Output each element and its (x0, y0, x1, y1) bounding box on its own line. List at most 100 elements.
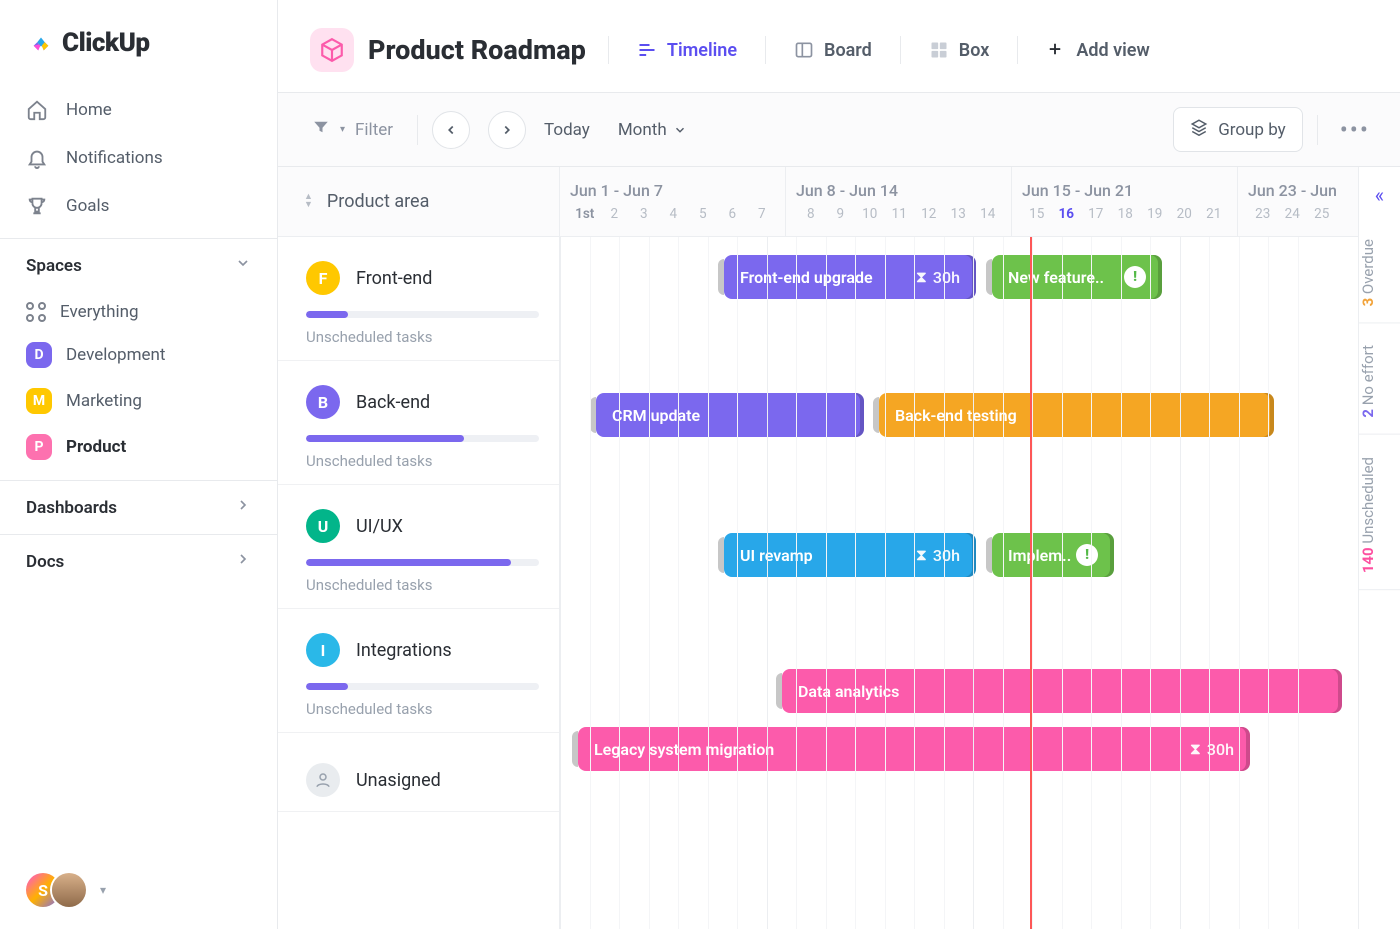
rail-unscheduled[interactable]: 140 Unscheduled (1359, 441, 1400, 590)
timeline-icon (637, 40, 657, 60)
rail-overdue[interactable]: 3 Overdue (1359, 223, 1400, 323)
gantt[interactable]: Jun 1 - Jun 7 1st234567 Jun 8 - Jun 14 8… (560, 167, 1358, 929)
space-badge: D (26, 342, 52, 368)
grid-icon (26, 302, 46, 322)
task-bar[interactable]: Back-end testing (879, 393, 1274, 437)
hours-badge: ⧗30h (1190, 739, 1234, 759)
group-name: UI/UX (356, 516, 403, 537)
section-spaces[interactable]: Spaces (0, 238, 277, 292)
hours-badge: ⧗30h (916, 545, 960, 565)
primary-nav: Home Notifications Goals (0, 68, 277, 238)
group-badge: F (306, 261, 340, 295)
filter-label: Filter (355, 120, 393, 140)
group-name: Integrations (356, 640, 452, 661)
hours-badge: ⧗30h (916, 267, 960, 287)
collapse-rail-icon[interactable]: « (1375, 183, 1384, 207)
sidebar: ClickUp Home Notifications Goals Spaces (0, 0, 278, 929)
add-view-label: Add view (1076, 40, 1149, 61)
space-product[interactable]: P Product (14, 424, 263, 470)
space-marketing[interactable]: M Marketing (14, 378, 263, 424)
groupby-button[interactable]: Group by (1173, 107, 1303, 152)
row-header-column: ▲▼ Product area F Front-end Unscheduled … (278, 167, 560, 929)
today-indicator (1030, 237, 1032, 929)
group-frontend[interactable]: F Front-end Unscheduled tasks (278, 237, 559, 361)
range-select[interactable]: Month (618, 120, 687, 140)
section-docs[interactable]: Docs (0, 534, 277, 588)
unscheduled-link[interactable]: Unscheduled tasks (306, 328, 539, 346)
tab-timeline[interactable]: Timeline (631, 34, 743, 67)
space-badge: M (26, 388, 52, 414)
nav-notifications[interactable]: Notifications (14, 134, 263, 182)
today-button[interactable]: Today (544, 120, 590, 140)
task-bar[interactable]: Front-end upgrade ⧗30h (724, 255, 976, 299)
group-badge: U (306, 509, 340, 543)
row-header-title[interactable]: ▲▼ Product area (278, 167, 559, 237)
page-title: Product Roadmap (368, 34, 586, 66)
layers-icon (1190, 118, 1208, 141)
space-label: Marketing (66, 391, 142, 411)
board-icon (794, 40, 814, 60)
space-badge: P (26, 434, 52, 460)
section-dashboards[interactable]: Dashboards (0, 480, 277, 534)
spaces-list: Everything D Development M Marketing P P… (0, 292, 277, 480)
rail-noeffort[interactable]: 2 No effort (1359, 329, 1400, 435)
tab-box-label: Box (959, 40, 990, 61)
prev-button[interactable] (432, 111, 470, 149)
group-name: Unasigned (356, 770, 441, 791)
nav-home-label: Home (66, 100, 112, 120)
toolbar: ▾ Filter Today Month Group by ••• (278, 93, 1400, 167)
filter-button[interactable]: ▾ Filter (302, 112, 403, 147)
next-button[interactable] (488, 111, 526, 149)
group-badge: I (306, 633, 340, 667)
groupby-label: Group by (1218, 120, 1286, 140)
week-label: Jun 23 - Jun (1248, 181, 1358, 200)
space-everything[interactable]: Everything (14, 292, 263, 332)
nav-home[interactable]: Home (14, 86, 263, 134)
gantt-header: Jun 1 - Jun 7 1st234567 Jun 8 - Jun 14 8… (560, 167, 1358, 237)
group-unassigned[interactable]: Unasigned (278, 732, 559, 812)
nav-goals[interactable]: Goals (14, 182, 263, 230)
brand[interactable]: ClickUp (0, 0, 277, 68)
group-badge: B (306, 385, 340, 419)
user-menu[interactable]: S ▾ (0, 851, 277, 929)
chevron-right-icon (235, 497, 251, 518)
task-bar[interactable]: Implem.. ! (992, 533, 1114, 577)
group-uiux[interactable]: U UI/UX Unscheduled tasks (278, 485, 559, 609)
cube-icon (310, 28, 354, 72)
space-development[interactable]: D Development (14, 332, 263, 378)
section-docs-label: Docs (26, 552, 64, 572)
progress-bar (306, 683, 539, 690)
tab-box[interactable]: Box (923, 34, 996, 67)
task-bar[interactable]: New feature.. ! (992, 255, 1162, 299)
person-icon (306, 763, 340, 797)
bell-icon (26, 147, 48, 169)
alert-icon: ! (1124, 266, 1146, 288)
space-everything-label: Everything (60, 302, 139, 322)
trophy-icon (26, 195, 48, 217)
progress-bar (306, 559, 539, 566)
tab-board-label: Board (824, 40, 872, 61)
task-bar[interactable]: UI revamp ⧗30h (724, 533, 976, 577)
progress-bar (306, 311, 539, 318)
chevron-right-icon (235, 551, 251, 572)
chevron-down-icon (235, 255, 251, 276)
timeline: ▲▼ Product area F Front-end Unscheduled … (278, 167, 1400, 929)
brand-name: ClickUp (62, 28, 150, 58)
side-rail: « 3 Overdue 2 No effort 140 Unscheduled (1358, 167, 1400, 929)
section-dashboards-label: Dashboards (26, 498, 117, 518)
more-menu[interactable]: ••• (1332, 116, 1376, 144)
group-integrations[interactable]: I Integrations Unscheduled tasks (278, 609, 559, 732)
unscheduled-link[interactable]: Unscheduled tasks (306, 700, 539, 718)
add-view-button[interactable]: Add view (1040, 34, 1155, 67)
unscheduled-link[interactable]: Unscheduled tasks (306, 576, 539, 594)
tab-board[interactable]: Board (788, 34, 878, 67)
unscheduled-link[interactable]: Unscheduled tasks (306, 452, 539, 470)
week-label: Jun 8 - Jun 14 (796, 181, 1011, 200)
task-bar[interactable]: CRM update (596, 393, 864, 437)
box-icon (929, 40, 949, 60)
main: Product Roadmap Timeline Board Box Add v… (278, 0, 1400, 929)
nav-notifications-label: Notifications (66, 148, 163, 168)
week-label: Jun 1 - Jun 7 (570, 181, 785, 200)
page-header: Product Roadmap Timeline Board Box Add v… (278, 0, 1400, 93)
group-backend[interactable]: B Back-end Unscheduled tasks (278, 361, 559, 485)
